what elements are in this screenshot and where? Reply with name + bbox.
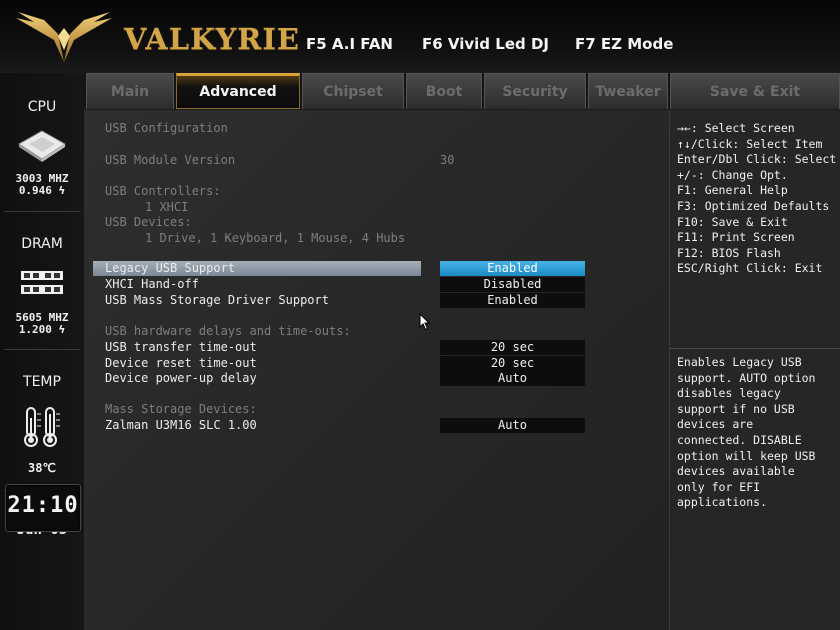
devices-value: 1 Drive, 1 Keyboard, 1 Mouse, 4 Hubs [145, 231, 406, 245]
tab-chipset[interactable]: Chipset [302, 73, 404, 109]
settings-panel: USB Configuration USB Module Version 30 … [85, 110, 670, 630]
tab-boot[interactable]: Boot [406, 73, 482, 109]
zalman-device-option[interactable]: Auto [440, 418, 585, 433]
tab-advanced[interactable]: Advanced [176, 73, 300, 109]
controllers-value: 1 XHCI [145, 200, 189, 214]
help-key-line: Enter/Dbl Click: Select [677, 152, 837, 167]
clock-display: 21:10 [5, 484, 81, 532]
device-reset-timeout-option[interactable]: 20 sec [440, 356, 585, 371]
dram-title: DRAM [21, 236, 63, 252]
help-description-line: devices are [677, 417, 754, 432]
divider [670, 348, 840, 349]
help-key-line: F12: BIOS Flash [677, 245, 781, 260]
f7-ez-mode-button[interactable]: F7 EZ Mode [575, 35, 673, 53]
devices-label: USB Devices: [105, 215, 192, 229]
help-key-line: F1: General Help [677, 183, 788, 198]
tab-security[interactable]: Security [484, 73, 586, 109]
help-key-line: F11: Print Screen [677, 230, 795, 245]
cpu-title: CPU [27, 99, 57, 115]
legacy-usb-support-label[interactable]: Legacy USB Support [105, 261, 235, 276]
divider [4, 349, 80, 350]
device-reset-timeout-label[interactable]: Device reset time-out [105, 356, 257, 371]
cpu-voltage: 0.946 ϟ [18, 184, 66, 197]
help-description-line: support if no USB [677, 401, 795, 416]
module-version-label: USB Module Version [105, 153, 236, 167]
mass-storage-driver-label[interactable]: USB Mass Storage Driver Support [105, 293, 329, 308]
tab-main[interactable]: Main [86, 73, 174, 109]
delays-header: USB hardware delays and time-outs: [105, 324, 351, 338]
section-title: USB Configuration [105, 121, 228, 135]
clock-time: 21:10 [7, 493, 79, 518]
temp-title: TEMP [23, 374, 61, 390]
tab-save-exit[interactable]: Save & Exit [670, 73, 840, 109]
temperature-value: 38℃ [28, 461, 56, 475]
help-description-line: applications. [677, 495, 768, 510]
usb-transfer-timeout-label[interactable]: USB transfer time-out [105, 340, 257, 355]
brand-name: VALKYRIE [124, 22, 301, 56]
divider [4, 211, 80, 212]
xhci-hand-off-option[interactable]: Disabled [440, 277, 585, 292]
xhci-hand-off-label[interactable]: XHCI Hand-off [105, 277, 199, 292]
help-description-line: support. AUTO option [677, 370, 816, 385]
cpu-chip-icon [18, 130, 66, 162]
dram-voltage: 1.200 ϟ [18, 323, 66, 336]
help-description-line: connected. DISABLE [677, 433, 802, 447]
zalman-device-label[interactable]: Zalman U3M16 SLC 1.00 [105, 418, 257, 433]
f5-ai-fan-button[interactable]: F5 A.I FAN [306, 35, 393, 53]
system-info-panel: CPU 3003 MHZ 0.946 ϟ DRAM 5605 MHZ 1.200… [0, 73, 85, 630]
help-description-line: only for EFI [677, 479, 761, 494]
help-key-line: +/-: Change Opt. [677, 167, 788, 182]
device-powerup-delay-option[interactable]: Auto [440, 371, 585, 386]
help-description-line: devices available [677, 464, 795, 479]
help-panel: →←: Select Screen ↑↓/Click: Select Item … [670, 110, 840, 630]
mass-storage-header: Mass Storage Devices: [105, 402, 257, 416]
help-description-line: disables legacy [677, 386, 781, 401]
help-description-line: option will keep USB [677, 448, 816, 463]
valkyrie-wings-logo-icon [16, 12, 112, 62]
help-key-line: F10: Save & Exit [677, 214, 788, 229]
help-key-line: →←: Select Screen [677, 121, 795, 135]
thermometer-icon [24, 407, 60, 447]
device-powerup-delay-label[interactable]: Device power-up delay [105, 371, 257, 386]
help-key-line: F3: Optimized Defaults [677, 199, 830, 213]
mouse-pointer-icon [419, 313, 431, 331]
help-description-line: Enables Legacy USB [677, 355, 802, 369]
tab-tweaker[interactable]: Tweaker [588, 73, 668, 109]
legacy-usb-support-option[interactable]: Enabled [440, 261, 585, 276]
help-key-line: ↑↓/Click: Select Item [677, 136, 823, 151]
module-version-value: 30 [440, 153, 455, 167]
help-key-line: ESC/Right Click: Exit [677, 261, 823, 276]
ram-module-icon [21, 271, 63, 294]
mass-storage-driver-option[interactable]: Enabled [440, 293, 585, 308]
tab-bar: Main Advanced Chipset Boot Security Twea… [84, 73, 840, 109]
controllers-label: USB Controllers: [105, 184, 221, 198]
header-bar: VALKYRIE F5 A.I FAN F6 Vivid Led DJ F7 E… [0, 0, 840, 73]
usb-transfer-timeout-option[interactable]: 20 sec [440, 340, 585, 355]
f6-vivid-led-dj-button[interactable]: F6 Vivid Led DJ [422, 35, 549, 53]
